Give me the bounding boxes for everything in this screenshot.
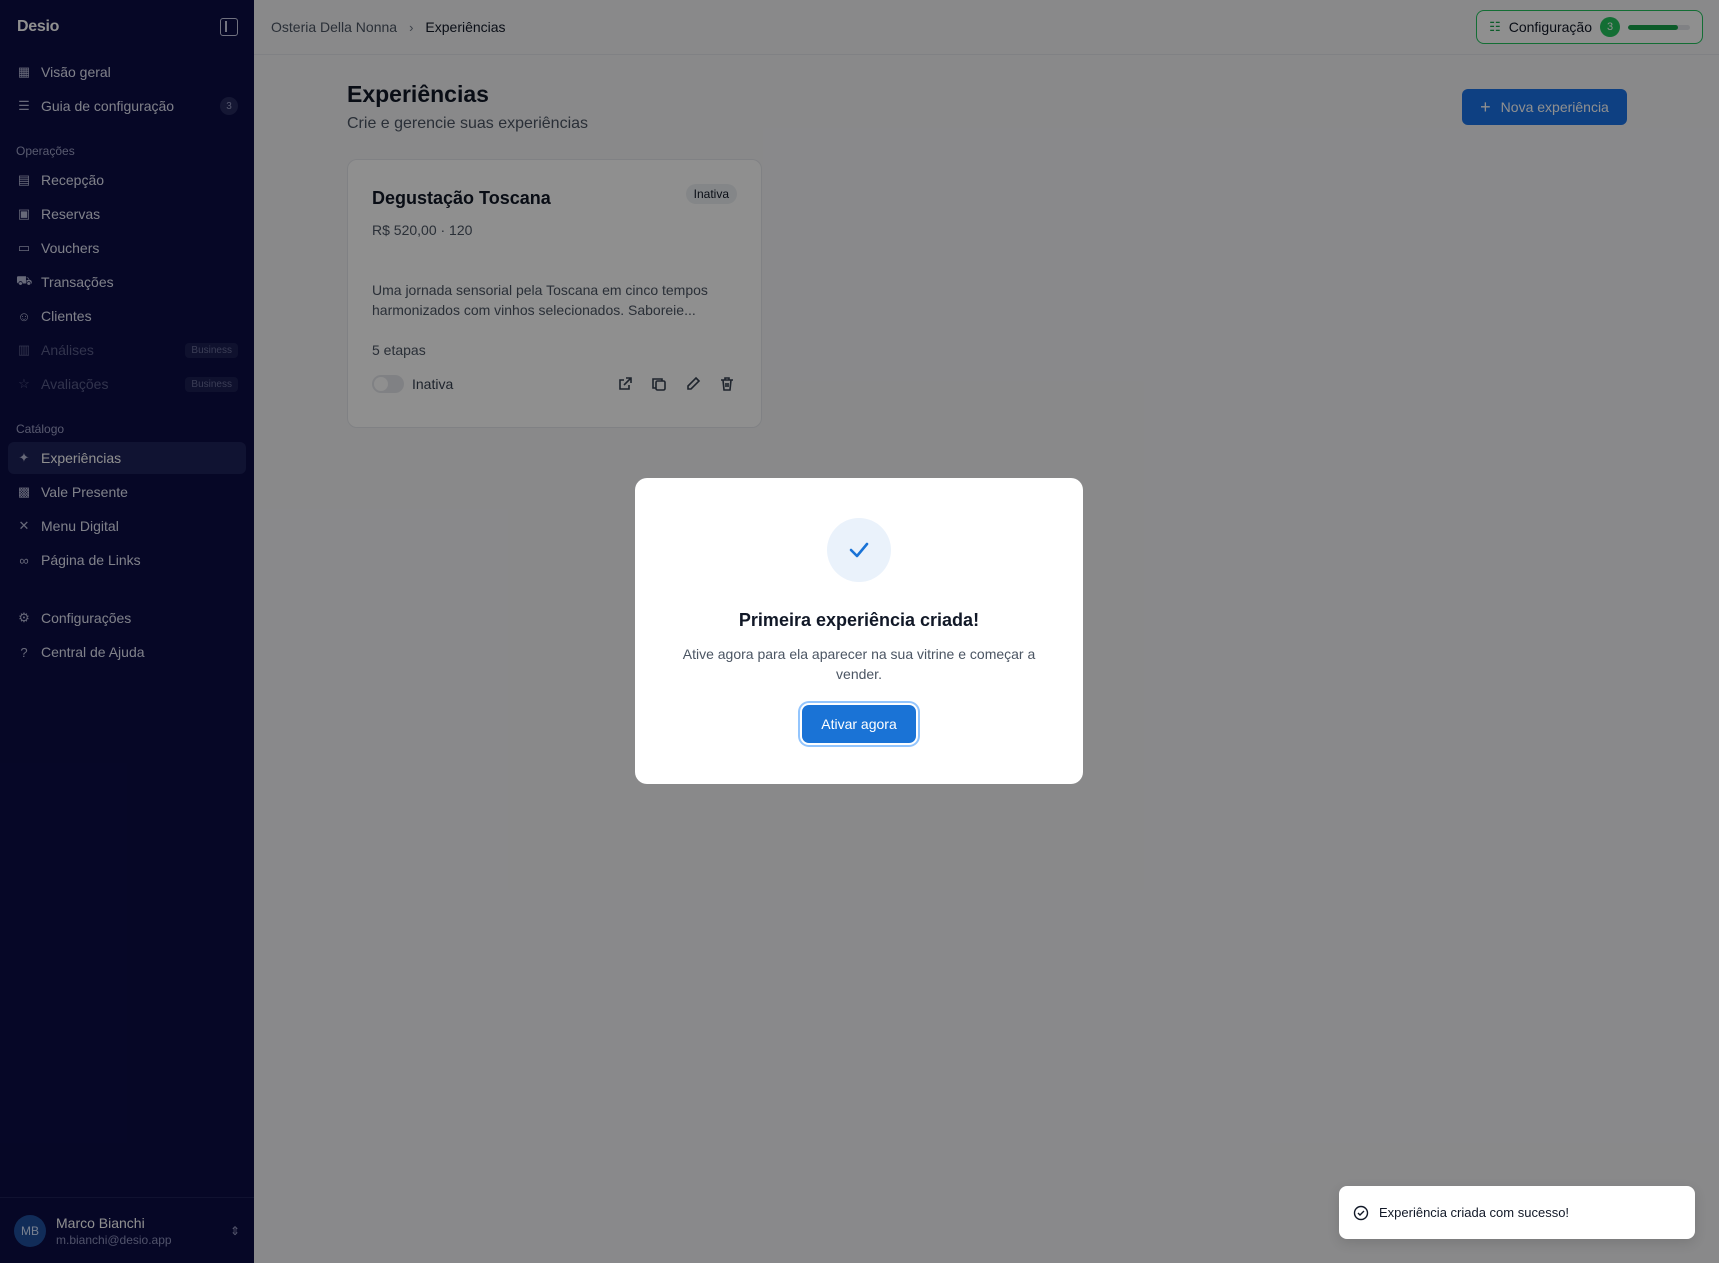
dialog-text: Ative agora para ela aparecer na sua vit… <box>682 646 1036 682</box>
activate-now-button[interactable]: Ativar agora <box>802 705 916 743</box>
check-circle-icon <box>1353 1205 1369 1220</box>
check-icon <box>849 542 869 558</box>
success-icon-circle <box>827 518 891 582</box>
toast-text: Experiência criada com sucesso! <box>1379 1205 1570 1220</box>
dialog-title: Primeira experiência criada! <box>738 610 980 630</box>
success-dialog: Primeira experiência criada! Ative agora… <box>635 478 1083 784</box>
success-toast: Experiência criada com sucesso! <box>1339 1186 1695 1239</box>
